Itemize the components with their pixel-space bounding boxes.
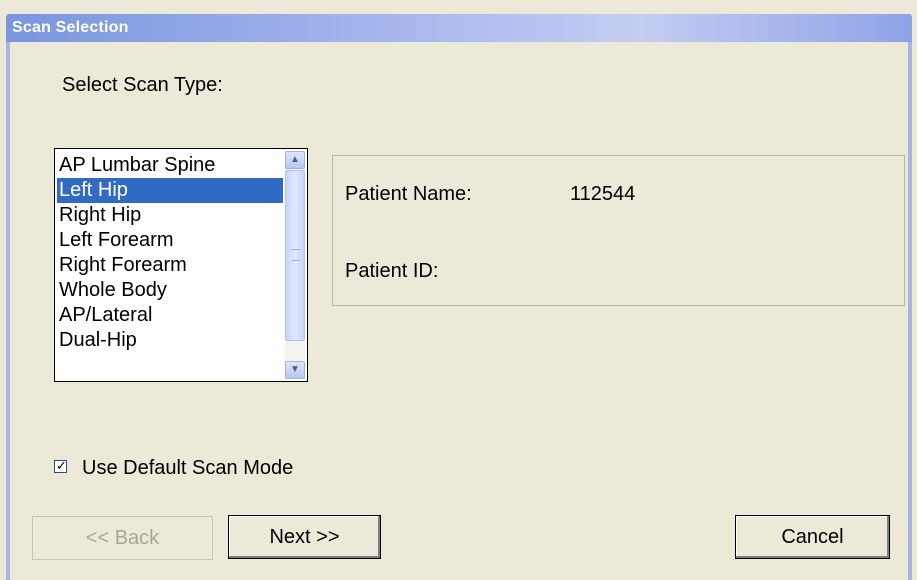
back-button[interactable]: << Back <box>32 516 213 560</box>
list-item[interactable]: Right Forearm <box>57 253 283 278</box>
list-item[interactable]: Dual-Hip <box>57 328 283 353</box>
listbox-scrollbar[interactable]: ▲ ▼ <box>285 151 305 379</box>
list-item-selected[interactable]: Left Hip <box>57 178 283 203</box>
scroll-thumb[interactable] <box>285 170 305 341</box>
scroll-down-button[interactable]: ▼ <box>285 361 305 379</box>
list-item[interactable]: Left Forearm <box>57 228 283 253</box>
chevron-down-icon: ▼ <box>290 364 300 375</box>
grip-icon <box>292 249 300 261</box>
patient-id-label: Patient ID: <box>345 260 439 282</box>
window-title: Scan Selection <box>12 19 129 36</box>
chevron-up-icon: ▲ <box>290 154 300 165</box>
scan-type-list: AP Lumbar Spine Left Hip Right Hip Left … <box>57 153 283 353</box>
checkmark-icon: ✓ <box>56 458 67 473</box>
default-scan-mode-checkbox[interactable]: ✓ <box>54 458 67 473</box>
patient-name-label: Patient Name: <box>345 183 472 205</box>
list-item[interactable]: AP/Lateral <box>57 303 283 328</box>
scan-type-listbox[interactable]: AP Lumbar Spine Left Hip Right Hip Left … <box>54 148 308 382</box>
scan-type-prompt: Select Scan Type: <box>62 74 223 96</box>
scroll-up-button[interactable]: ▲ <box>285 151 305 169</box>
default-scan-mode-label[interactable]: Use Default Scan Mode <box>82 457 293 480</box>
patient-name-value: 112544 <box>570 183 636 205</box>
title-bar-strip <box>6 14 912 42</box>
list-item[interactable]: AP Lumbar Spine <box>57 153 283 178</box>
title-bar[interactable]: Scan Selection <box>0 0 917 48</box>
window-frame-left <box>6 42 10 580</box>
list-item[interactable]: Right Hip <box>57 203 283 228</box>
patient-info-group: Patient Name: 112544 Patient ID: <box>332 155 905 306</box>
window-frame-right <box>908 42 912 580</box>
list-item[interactable]: Whole Body <box>57 278 283 303</box>
cancel-button[interactable]: Cancel <box>735 515 890 559</box>
next-button[interactable]: Next >> <box>228 515 381 559</box>
